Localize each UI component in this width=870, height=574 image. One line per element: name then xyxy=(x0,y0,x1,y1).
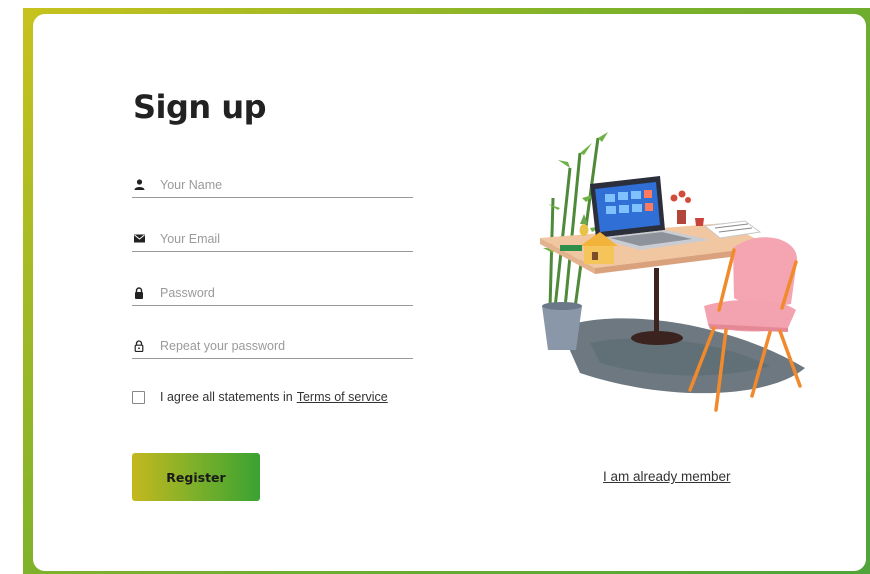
terms-label: I agree all statements in xyxy=(160,390,293,404)
email-input[interactable] xyxy=(160,231,413,246)
lock-outline-icon xyxy=(133,339,145,352)
terms-checkbox[interactable] xyxy=(132,390,145,404)
register-button[interactable]: Register xyxy=(132,453,260,501)
page-title: Sign up xyxy=(133,88,267,126)
desk-illustration xyxy=(540,132,805,412)
lock-icon xyxy=(133,286,145,299)
email-field xyxy=(132,226,413,252)
repeat-password-input[interactable] xyxy=(160,338,413,353)
repeat-password-field xyxy=(132,333,413,359)
already-member-link[interactable]: I am already member xyxy=(603,469,731,484)
password-input[interactable] xyxy=(160,285,413,300)
envelope-icon xyxy=(133,233,145,245)
user-icon xyxy=(133,179,145,191)
terms-agreement: I agree all statements in Terms of servi… xyxy=(132,389,388,405)
password-field xyxy=(132,280,413,306)
name-input[interactable] xyxy=(160,177,413,192)
name-field xyxy=(132,172,413,198)
terms-of-service-link[interactable]: Terms of service xyxy=(297,390,388,404)
